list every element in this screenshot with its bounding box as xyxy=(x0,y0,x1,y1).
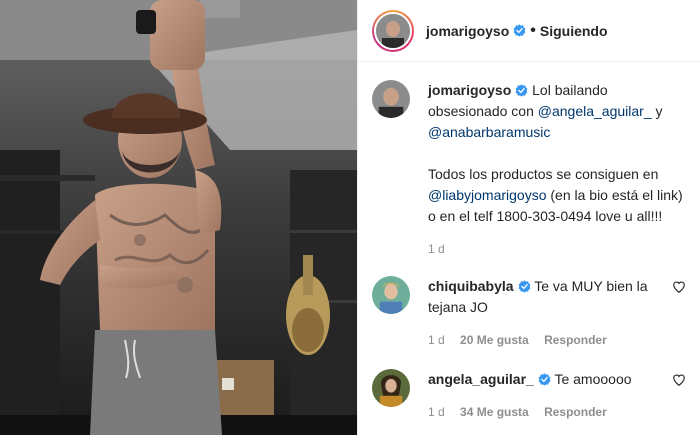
reply-button[interactable]: Responder xyxy=(544,405,607,419)
mention-link[interactable]: @anabarbaramusic xyxy=(428,124,550,140)
mention-link[interactable]: @angela_aguilar_ xyxy=(538,103,652,119)
caption-meta: 1 d xyxy=(428,239,686,260)
comment-time[interactable]: 1 d xyxy=(428,405,445,419)
comment-item: chiquibabyla Te va MUY bien la tejana JO… xyxy=(358,276,700,351)
caption: jomarigoyso Lol bailando obsesionado con… xyxy=(358,80,700,260)
comment-likes[interactable]: 20 Me gusta xyxy=(460,333,529,347)
caption-part2: y xyxy=(651,103,663,119)
post-video-frame xyxy=(0,0,357,435)
verified-badge-icon xyxy=(513,24,526,37)
caption-text: jomarigoyso Lol bailando obsesionado con… xyxy=(428,80,686,143)
caption-username[interactable]: jomarigoyso xyxy=(428,82,511,98)
mention-link[interactable]: @liabyjomarigoyso xyxy=(428,187,546,203)
caption-time[interactable]: 1 d xyxy=(428,242,445,256)
commenter-avatar[interactable] xyxy=(372,369,410,407)
commenter-username[interactable]: angela_aguilar_ xyxy=(428,371,534,387)
comment-time[interactable]: 1 d xyxy=(428,333,445,347)
comments-list: jomarigoyso Lol bailando obsesionado con… xyxy=(358,80,700,423)
comment-text-line: chiquibabyla Te va MUY bien la tejana JO xyxy=(428,276,672,318)
author-avatar[interactable] xyxy=(372,9,414,52)
verified-badge-icon xyxy=(538,373,551,386)
caption-avatar[interactable] xyxy=(372,80,410,118)
comment-meta: 1 d 20 Me gusta Responder xyxy=(428,330,672,351)
comment-meta: 1 d 34 Me gusta Responder xyxy=(428,402,672,423)
caption-p2-part1: Todos los productos se consiguen en xyxy=(428,166,659,182)
verified-badge-icon xyxy=(518,280,530,293)
heart-outline-icon[interactable] xyxy=(672,373,686,387)
heart-outline-icon[interactable] xyxy=(672,280,686,294)
reply-button[interactable]: Responder xyxy=(544,333,607,347)
post-media[interactable] xyxy=(0,0,357,435)
post-details-panel: jomarigoyso • Siguiendo jomarigoyso Lol … xyxy=(357,0,700,435)
separator-dot: • xyxy=(530,21,536,39)
commenter-avatar[interactable] xyxy=(372,276,410,314)
author-username[interactable]: jomarigoyso xyxy=(426,23,509,39)
caption-paragraph-2: Todos los productos se consiguen en @lia… xyxy=(428,164,686,227)
commenter-username[interactable]: chiquibabyla xyxy=(428,278,514,294)
post-header: jomarigoyso • Siguiendo xyxy=(358,0,700,62)
comment-text: Te amooooo xyxy=(554,371,632,387)
comment-item: angela_aguilar_ Te amooooo 1 d 34 Me gus… xyxy=(358,369,700,423)
comment-text-line: angela_aguilar_ Te amooooo xyxy=(428,369,672,390)
verified-badge-icon xyxy=(515,84,528,97)
following-button[interactable]: Siguiendo xyxy=(540,23,608,39)
comment-likes[interactable]: 34 Me gusta xyxy=(460,405,529,419)
